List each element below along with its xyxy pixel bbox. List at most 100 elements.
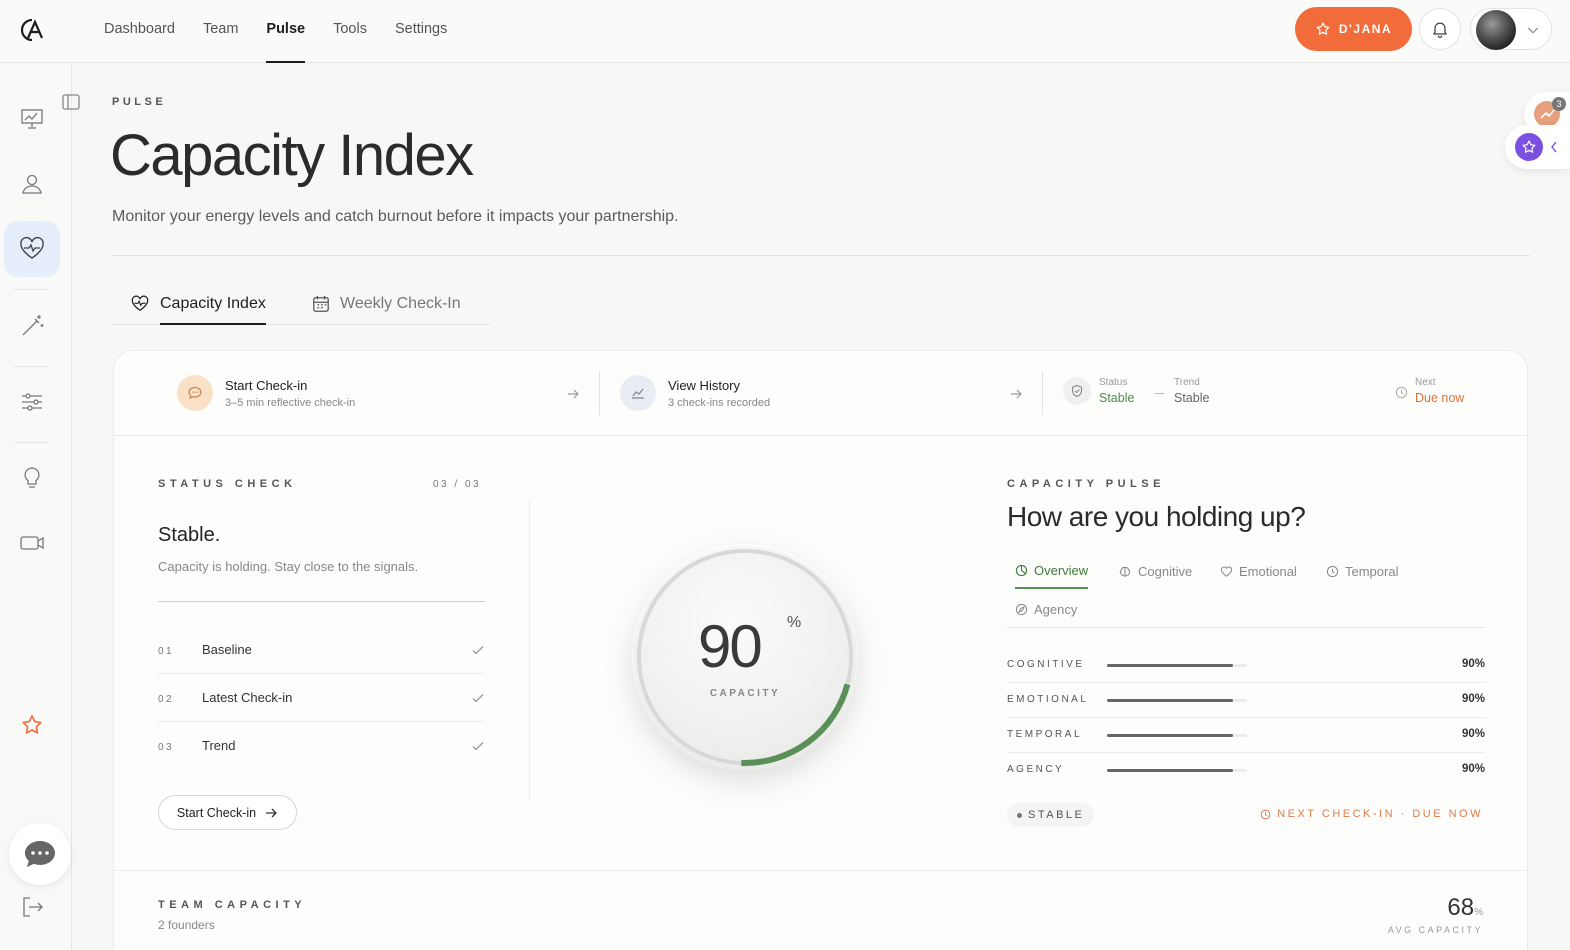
status-stat: Status Stable	[1099, 377, 1134, 405]
avg-capacity-value: 68%	[1447, 894, 1483, 921]
next-check-in-link[interactable]: NEXT CHECK-IN · DUE NOW	[1260, 808, 1483, 820]
tab-emotional[interactable]: Emotional	[1220, 553, 1297, 589]
tab-label: Emotional	[1239, 563, 1297, 579]
action-subtitle: 3 check-ins recorded	[668, 397, 771, 409]
capacity-card: Start Check-in 3–5 min reflective check-…	[113, 350, 1528, 950]
tab-capacity-index[interactable]: Capacity Index	[130, 283, 266, 325]
chat-button[interactable]	[9, 823, 71, 885]
metric-bar	[1107, 699, 1247, 702]
tab-label: Agency	[1034, 601, 1078, 617]
tab-cognitive[interactable]: Cognitive	[1118, 553, 1192, 589]
metric-row: AGENCY 90%	[1007, 753, 1485, 788]
page-title: Capacity Index	[110, 123, 474, 188]
rail-ideas[interactable]	[4, 450, 60, 506]
capacity-dial: 90 % CAPACITY	[619, 536, 869, 786]
checkmark-icon	[472, 646, 484, 655]
tab-temporal[interactable]: Temporal	[1326, 553, 1398, 589]
profile-menu-button[interactable]	[1470, 8, 1552, 50]
brand-logo[interactable]	[18, 16, 46, 44]
chevron-down-icon	[1527, 27, 1539, 34]
team-capacity-label: TEAM CAPACITY	[158, 899, 307, 911]
divider	[112, 255, 1530, 256]
user-star-label: D'JANA	[1338, 22, 1393, 36]
sidebar-toggle-icon[interactable]	[61, 92, 81, 112]
next-stat: Next Due now	[1415, 377, 1464, 405]
column-divider	[529, 501, 530, 801]
tab-label: Temporal	[1345, 563, 1399, 579]
team-subtitle: 2 founders	[158, 918, 215, 932]
user-icon	[22, 174, 42, 194]
stat-value: Stable	[1174, 391, 1210, 405]
nav-dashboard[interactable]: Dashboard	[104, 0, 175, 63]
bell-icon	[1433, 22, 1447, 38]
action-subtitle: 3–5 min reflective check-in	[225, 397, 356, 409]
rail-pulse[interactable]	[4, 221, 60, 277]
favorites-widget-button[interactable]	[1505, 125, 1570, 169]
user-star-button[interactable]: D'JANA	[1295, 7, 1412, 51]
rail-favorites[interactable]	[4, 697, 60, 753]
left-rail	[0, 63, 72, 950]
tab-label: Overview	[1034, 562, 1089, 578]
metric-row: COGNITIVE 90%	[1007, 648, 1485, 683]
notification-count-badge: 3	[1552, 97, 1566, 111]
brain-icon	[1119, 566, 1131, 577]
start-check-in-action[interactable]: Start Check-in 3–5 min reflective check-…	[177, 373, 580, 413]
trend-stat: Trend Stable	[1174, 377, 1209, 405]
metric-bar	[1107, 734, 1247, 737]
chat-bubble-icon	[177, 375, 213, 411]
rail-presentation[interactable]	[4, 91, 60, 147]
notifications-button[interactable]	[1419, 8, 1461, 50]
stat-label: Trend	[1174, 377, 1200, 388]
status-step-row: 01 Baseline	[158, 626, 485, 674]
tab-label: Capacity Index	[160, 283, 266, 325]
action-title: View History	[668, 378, 741, 393]
checkmark-icon	[472, 694, 484, 703]
nav-team[interactable]: Team	[203, 0, 238, 63]
page-eyebrow: PULSE	[112, 96, 167, 108]
avatar	[1476, 10, 1516, 50]
nav-settings[interactable]: Settings	[395, 0, 447, 63]
action-bar: Start Check-in 3–5 min reflective check-…	[114, 351, 1527, 436]
nav-tools[interactable]: Tools	[333, 0, 367, 63]
main-nav: Dashboard Team Pulse Tools Settings	[104, 0, 447, 63]
nav-pulse[interactable]: Pulse	[266, 0, 305, 63]
metric-row: TEMPORAL 90%	[1007, 718, 1485, 753]
status-badge-label: STABLE	[1028, 809, 1085, 821]
stat-label: Status	[1099, 377, 1128, 388]
chevron-left-icon	[1551, 141, 1557, 153]
clock-icon	[1395, 386, 1408, 399]
compass-icon	[1015, 603, 1028, 615]
rail-user[interactable]	[4, 156, 60, 212]
status-step-row: 02 Latest Check-in	[158, 674, 485, 722]
metric-row: EMOTIONAL 90%	[1007, 683, 1485, 718]
rail-settings[interactable]	[4, 374, 60, 430]
tab-label: Weekly Check-In	[340, 295, 461, 312]
step-number: 02	[158, 694, 175, 705]
metric-value: 90%	[1461, 693, 1485, 705]
tab-weekly-check-in[interactable]: Weekly Check-In	[312, 283, 461, 325]
top-bar: Dashboard Team Pulse Tools Settings D'JA…	[0, 0, 1570, 63]
heart-icon	[1220, 566, 1233, 577]
metric-label: COGNITIVE	[1007, 659, 1085, 670]
rail-video[interactable]	[4, 515, 60, 571]
start-check-in-button[interactable]: Start Check-in	[158, 795, 297, 830]
tab-overview[interactable]: Overview	[1015, 553, 1089, 589]
trend-chart-icon	[620, 375, 656, 411]
metric-label: AGENCY	[1007, 764, 1065, 775]
tab-bar: Capacity Index Weekly Check-In	[112, 283, 490, 325]
chat-icon	[25, 841, 55, 867]
stat-value: Due now	[1415, 391, 1465, 405]
tab-agency[interactable]: Agency	[1015, 591, 1077, 627]
rail-magic[interactable]	[4, 298, 60, 354]
checkmark-icon	[472, 742, 484, 751]
view-history-action[interactable]: View History 3 check-ins recorded	[620, 373, 1023, 413]
calendar-icon	[313, 295, 329, 312]
metric-value: 90%	[1461, 658, 1485, 670]
rail-logout[interactable]	[4, 879, 60, 935]
arrow-right-icon	[1011, 389, 1022, 399]
action-title: Start Check-in	[225, 378, 308, 393]
tab-label: Cognitive	[1138, 563, 1193, 579]
divider	[158, 601, 485, 602]
star-icon	[22, 715, 42, 734]
capacity-pulse-label: CAPACITY PULSE	[1007, 478, 1165, 490]
